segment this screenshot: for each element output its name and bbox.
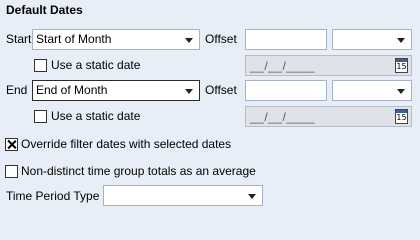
end-label: End (6, 83, 28, 97)
end-offset-label: Offset (205, 83, 237, 97)
time-period-type-select[interactable] (103, 185, 263, 206)
end-offset-unit-select[interactable] (332, 80, 412, 101)
nondistinct-average-checkbox[interactable] (5, 165, 18, 178)
end-select[interactable]: End of Month (32, 80, 200, 101)
start-static-date-checkbox[interactable] (34, 59, 47, 72)
end-static-date-checkbox[interactable] (34, 110, 47, 123)
chevron-down-icon (185, 38, 193, 43)
end-select-value: End of Month (36, 83, 108, 97)
nondistinct-average-label: Non-distinct time group totals as an ave… (21, 164, 256, 178)
start-offset-input[interactable] (245, 29, 327, 50)
override-dates-checkbox[interactable] (5, 138, 18, 151)
chevron-down-icon (397, 38, 405, 43)
start-offset-label: Offset (205, 32, 237, 46)
chevron-down-icon (248, 194, 256, 199)
start-label: Start (6, 32, 32, 46)
chevron-down-icon (397, 89, 405, 94)
end-offset-input[interactable] (245, 80, 327, 101)
start-offset-unit-select[interactable] (332, 29, 412, 50)
chevron-down-icon (185, 89, 193, 94)
start-static-date-field[interactable]: __/__/____ 15 (245, 55, 412, 76)
end-static-date-label: Use a static date (51, 109, 141, 123)
override-dates-label: Override filter dates with selected date… (21, 137, 232, 151)
start-static-date-label: Use a static date (51, 58, 141, 72)
section-title: Default Dates (6, 3, 83, 17)
time-period-type-label: Time Period Type (6, 189, 100, 203)
calendar-icon[interactable]: 15 (395, 109, 408, 124)
end-static-date-field[interactable]: __/__/____ 15 (245, 106, 412, 127)
calendar-icon[interactable]: 15 (395, 58, 408, 73)
date-placeholder: __/__/____ (250, 110, 316, 124)
start-select-value: Start of Month (36, 32, 112, 46)
date-placeholder: __/__/____ (250, 59, 316, 73)
start-select[interactable]: Start of Month (32, 29, 200, 50)
